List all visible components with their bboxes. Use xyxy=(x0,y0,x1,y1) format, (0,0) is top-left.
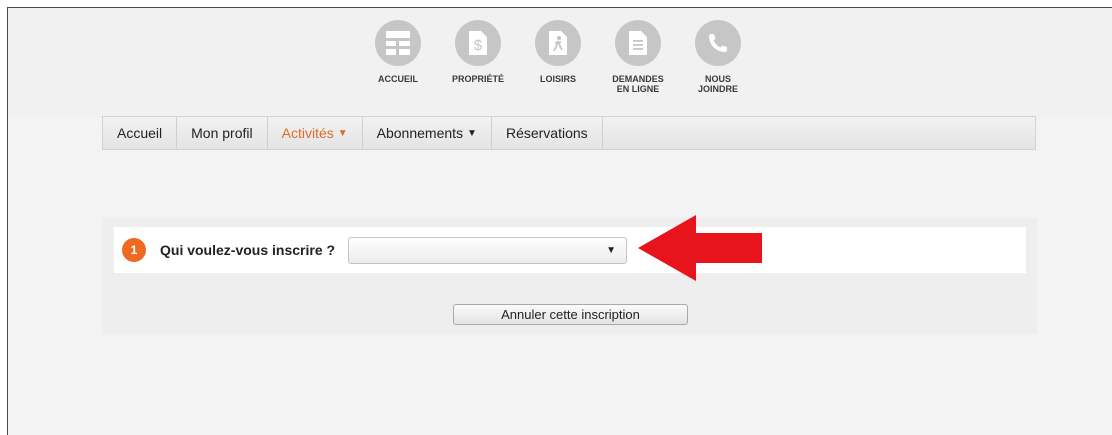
phone-icon xyxy=(695,20,741,66)
main-menu-bar: Accueil Mon profil Activités ▼ Abonnemen… xyxy=(102,116,1036,150)
menu-item-label: Accueil xyxy=(117,125,163,141)
home-layout-icon xyxy=(375,20,421,66)
step-number-badge: 1 xyxy=(122,238,146,262)
leisure-icon xyxy=(535,20,581,66)
registration-panel: 1 Qui voulez-vous inscrire ? ▼ Annuler c… xyxy=(102,218,1037,334)
menu-item-label: Activités xyxy=(281,125,334,141)
step-question-label: Qui voulez-vous inscrire ? xyxy=(160,242,336,258)
menu-item-accueil[interactable]: Accueil xyxy=(103,117,178,149)
online-requests-icon xyxy=(615,20,661,66)
nav-demandes[interactable]: DEMANDES EN LIGNE xyxy=(598,20,678,94)
nav-accueil[interactable]: ACCUEIL xyxy=(358,20,438,94)
svg-text:$: $ xyxy=(474,37,483,54)
menu-item-mon-profil[interactable]: Mon profil xyxy=(177,117,268,149)
step-row: 1 Qui voulez-vous inscrire ? ▼ xyxy=(114,227,1026,273)
menu-item-activites[interactable]: Activités ▼ xyxy=(268,117,363,149)
chevron-down-icon: ▼ xyxy=(606,244,617,256)
nav-loisirs-label: LOISIRS xyxy=(539,74,576,84)
nav-loisirs[interactable]: LOISIRS xyxy=(518,20,598,94)
nav-propriete-label: PROPRIÉTÉ xyxy=(451,74,504,84)
chevron-down-icon: ▼ xyxy=(337,127,348,139)
property-tax-icon: $ xyxy=(455,20,501,66)
nav-demandes-label: DEMANDES EN LIGNE xyxy=(612,74,664,94)
nav-accueil-label: ACCUEIL xyxy=(378,74,418,84)
red-arrow-annotation xyxy=(638,215,762,281)
cancel-registration-button[interactable]: Annuler cette inscription xyxy=(453,304,688,325)
menu-item-label: Abonnements xyxy=(376,125,464,141)
menu-item-abonnements[interactable]: Abonnements ▼ xyxy=(363,117,492,149)
nav-joindre-label: NOUS JOINDRE xyxy=(697,74,738,94)
menu-item-label: Réservations xyxy=(505,125,588,141)
menu-item-label: Mon profil xyxy=(191,125,253,141)
nav-joindre[interactable]: NOUS JOINDRE xyxy=(678,20,758,94)
menu-item-reservations[interactable]: Réservations xyxy=(492,117,603,149)
participant-select[interactable]: ▼ xyxy=(348,236,628,264)
chevron-down-icon: ▼ xyxy=(467,127,477,139)
nav-propriete[interactable]: $ PROPRIÉTÉ xyxy=(438,20,518,94)
icon-navigation: ACCUEIL $ PROPRIÉTÉ LOISIRS DEMANDES EN … xyxy=(358,20,758,94)
browser-frame: ACCUEIL $ PROPRIÉTÉ LOISIRS DEMANDES EN … xyxy=(7,7,1112,435)
